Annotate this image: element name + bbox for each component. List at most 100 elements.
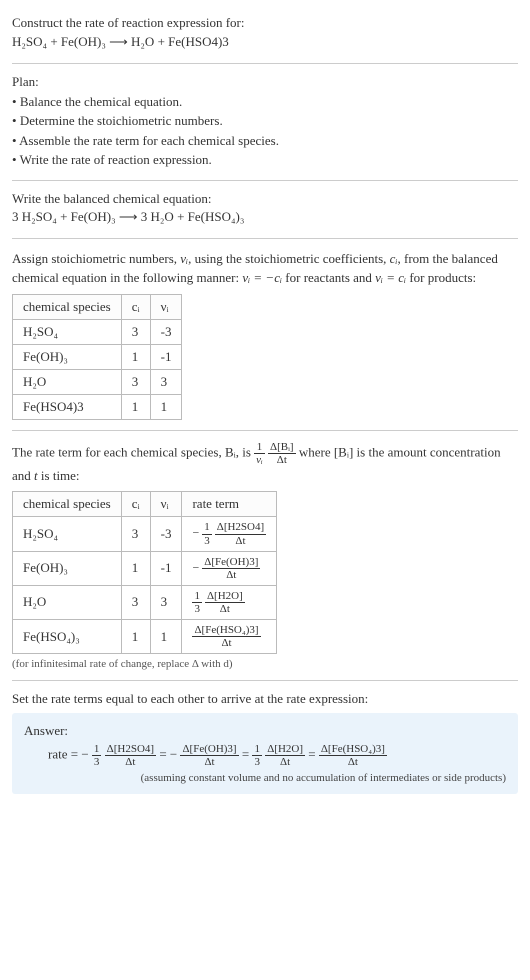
stoich-table-2: chemical species cᵢ νᵢ rate term H₂SO₄ 3… <box>12 491 277 654</box>
table-row: Fe(HSO₄)₃ 1 1 Δ[Fe(HSO₄)3] Δt <box>13 620 277 654</box>
frac-num: 1 <box>192 590 202 603</box>
cell-c: 1 <box>121 620 150 654</box>
frac-den: Δt <box>105 756 156 768</box>
answer-title: Answer: <box>24 723 506 739</box>
frac-den: Δt <box>268 454 296 466</box>
frac-num: 1 <box>254 441 265 454</box>
table-header-row: chemical species cᵢ νᵢ rate term <box>13 492 277 517</box>
cell-nu: 1 <box>150 620 182 654</box>
cell-species: H₂O <box>13 369 122 394</box>
divider <box>12 238 518 239</box>
frac-num: 1 <box>92 743 102 756</box>
th-ci: cᵢ <box>121 294 150 319</box>
frac-one-over-nu: 1 νᵢ <box>254 441 265 466</box>
plan-title: Plan: <box>12 74 518 90</box>
divider <box>12 63 518 64</box>
answer-box: Answer: rate = − 1 3 Δ[H2SO4] Δt = − Δ[F… <box>12 713 518 794</box>
sign: = <box>242 747 253 762</box>
text: for products: <box>406 270 476 285</box>
cell-c: 1 <box>121 344 150 369</box>
cell-c: 1 <box>121 551 150 585</box>
cell-c: 3 <box>121 585 150 619</box>
frac-num: Δ[Fe(HSO₄)3] <box>319 743 387 756</box>
cell-rate-term: − 1 3 Δ[H2SO4] Δt <box>182 517 277 551</box>
frac-den: 3 <box>252 756 262 768</box>
cell-nu: 3 <box>150 585 182 619</box>
frac-den: 3 <box>202 535 212 547</box>
frac-num: Δ[Fe(OH)3] <box>202 556 260 569</box>
frac-den: Δt <box>265 756 305 768</box>
th-nui: νᵢ <box>150 294 182 319</box>
plan-section: Plan: Balance the chemical equation. Det… <box>12 68 518 176</box>
frac-num: 1 <box>252 743 262 756</box>
coef-frac: 1 3 <box>92 743 102 768</box>
cell-nu: -3 <box>150 517 182 551</box>
text: for reactants and <box>282 270 375 285</box>
balanced-equation: 3 H₂SO₄ + Fe(OH)₃ ⟶ 3 H₂O + Fe(HSO₄)₃ <box>12 207 518 228</box>
cell-species: Fe(OH)₃ <box>13 551 122 585</box>
cell-rate-term: 1 3 Δ[H2O] Δt <box>182 585 277 619</box>
table-row: Fe(HSO4)3 1 1 <box>13 394 182 419</box>
cell-c: 3 <box>121 517 150 551</box>
assign-text: Assign stoichiometric numbers, νᵢ, using… <box>12 249 518 288</box>
cell-nu: -3 <box>150 319 182 344</box>
coef-frac: 1 3 <box>192 590 202 615</box>
balanced-title: Write the balanced chemical equation: <box>12 191 518 207</box>
delta-frac: Δ[Fe(HSO₄)3] Δt <box>319 743 387 768</box>
delta-frac: Δ[H2SO4] Δt <box>215 521 266 546</box>
cell-c: 1 <box>121 394 150 419</box>
cell-nu: -1 <box>150 344 182 369</box>
th-species: chemical species <box>13 294 122 319</box>
cell-species: Fe(OH)₃ <box>13 344 122 369</box>
th-rate: rate term <box>182 492 277 517</box>
prompt-title: Construct the rate of reaction expressio… <box>12 14 518 32</box>
prompt-equation: H₂SO₄ + Fe(OH)₃ ⟶ H₂O + Fe(HSO4)3 <box>12 32 518 53</box>
sign: = <box>308 747 319 762</box>
table-row: H₂SO₄ 3 -3 − 1 3 Δ[H2SO4] Δt <box>13 517 277 551</box>
nu-symbol: νᵢ <box>180 251 188 266</box>
delta-frac: Δ[Fe(OH)3] Δt <box>180 743 238 768</box>
assign-section: Assign stoichiometric numbers, νᵢ, using… <box>12 243 518 426</box>
prompt-section: Construct the rate of reaction expressio… <box>12 8 518 59</box>
delta-frac: Δ[H2O] Δt <box>265 743 305 768</box>
cell-species: H₂O <box>13 585 122 619</box>
plan-item: Determine the stoichiometric numbers. <box>12 111 518 131</box>
cell-rate-term: − Δ[Fe(OH)3] Δt <box>182 551 277 585</box>
frac-num: Δ[H2O] <box>205 590 245 603</box>
coef-frac: 1 3 <box>252 743 262 768</box>
frac-den: νᵢ <box>254 454 265 466</box>
cell-nu: 1 <box>150 394 182 419</box>
divider <box>12 680 518 681</box>
eq: νᵢ = −cᵢ <box>242 270 282 285</box>
frac-num: Δ[H2SO4] <box>215 521 266 534</box>
coef-frac: 1 3 <box>202 521 212 546</box>
delta-frac: Δ[Fe(OH)3] Δt <box>202 556 260 581</box>
cell-nu: 3 <box>150 369 182 394</box>
text: Assign stoichiometric numbers, <box>12 251 180 266</box>
cell-species: H₂SO₄ <box>13 517 122 551</box>
answer-equation: rate = − 1 3 Δ[H2SO4] Δt = − Δ[Fe(OH)3] … <box>48 743 506 768</box>
cell-rate-term: Δ[Fe(HSO₄)3] Δt <box>182 620 277 654</box>
table-row: H₂O 3 3 1 3 Δ[H2O] Δt <box>13 585 277 619</box>
rate-label: rate = <box>48 747 81 762</box>
th-nui: νᵢ <box>150 492 182 517</box>
frac-num: Δ[H2SO4] <box>105 743 156 756</box>
frac-den: 3 <box>192 603 202 615</box>
cell-c: 3 <box>121 369 150 394</box>
frac-den: 3 <box>92 756 102 768</box>
frac-num: Δ[Fe(OH)3] <box>180 743 238 756</box>
frac-num: Δ[H2O] <box>265 743 305 756</box>
frac-den: Δt <box>180 756 238 768</box>
table-row: H₂SO₄ 3 -3 <box>13 319 182 344</box>
frac-num: Δ[Fe(HSO₄)3] <box>192 624 260 637</box>
rateterm-section: The rate term for each chemical species,… <box>12 435 518 676</box>
plan-item: Assemble the rate term for each chemical… <box>12 131 518 151</box>
frac-dB-dt: Δ[Bᵢ] Δt <box>268 441 296 466</box>
table-row: Fe(OH)₃ 1 -1 <box>13 344 182 369</box>
sign: − <box>81 747 88 762</box>
frac-den: Δt <box>202 569 260 581</box>
delta-frac: Δ[H2SO4] Δt <box>105 743 156 768</box>
frac-den: Δt <box>215 535 266 547</box>
cell-species: Fe(HSO₄)₃ <box>13 620 122 654</box>
cell-c: 3 <box>121 319 150 344</box>
